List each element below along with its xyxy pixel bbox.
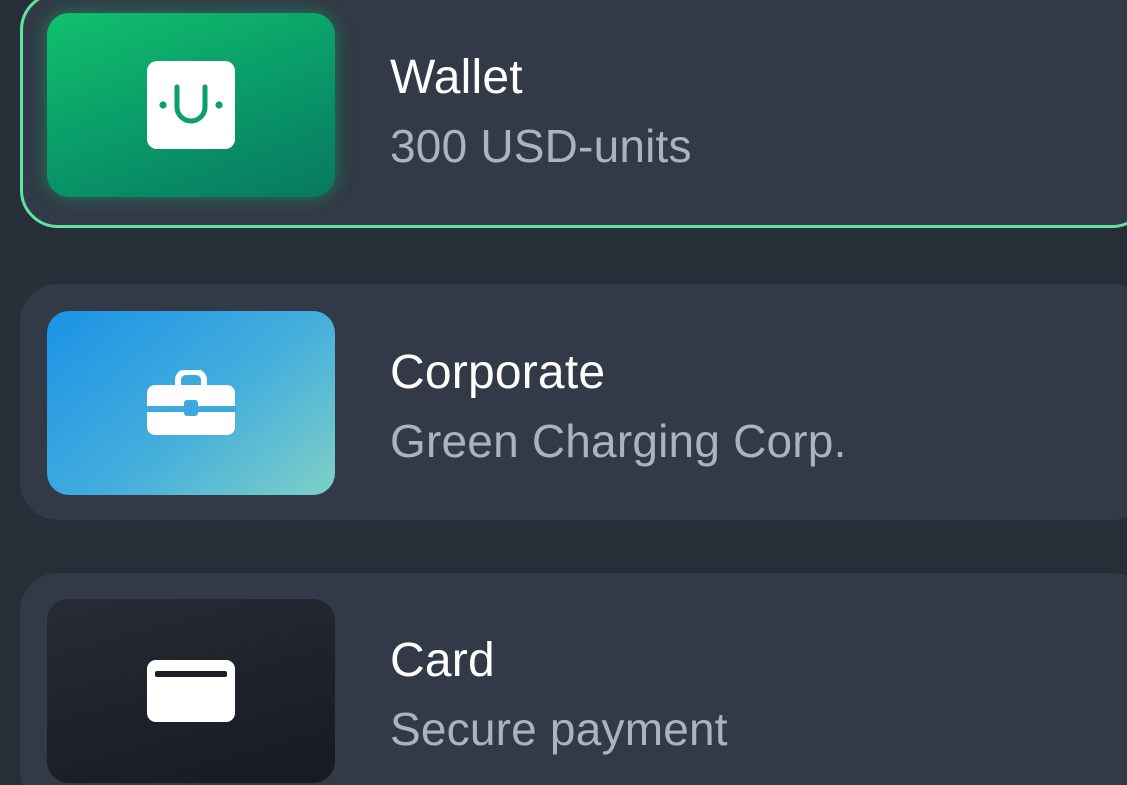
wallet-texts: Wallet 300 USD-units bbox=[390, 50, 692, 174]
briefcase-icon bbox=[146, 370, 236, 435]
corporate-texts: Corporate Green Charging Corp. bbox=[390, 345, 847, 469]
payment-option-wallet[interactable]: Wallet 300 USD-units bbox=[20, 0, 1127, 228]
option-title: Wallet bbox=[390, 51, 523, 104]
credit-card-icon bbox=[147, 660, 235, 722]
option-subtitle: Secure payment bbox=[390, 703, 728, 755]
option-title: Card bbox=[390, 634, 495, 687]
option-subtitle: 300 USD-units bbox=[390, 120, 692, 172]
card-tile bbox=[47, 599, 335, 783]
option-subtitle: Green Charging Corp. bbox=[390, 415, 847, 467]
wallet-icon bbox=[147, 61, 235, 149]
payment-option-corporate[interactable]: Corporate Green Charging Corp. bbox=[20, 284, 1127, 520]
wallet-tile bbox=[47, 13, 335, 197]
card-texts: Card Secure payment bbox=[390, 633, 728, 757]
payment-method-list: Wallet 300 USD-units Corporate Green Cha… bbox=[0, 0, 1127, 785]
corporate-tile bbox=[47, 311, 335, 495]
option-title: Corporate bbox=[390, 346, 606, 399]
payment-option-card[interactable]: Card Secure payment bbox=[20, 573, 1127, 785]
